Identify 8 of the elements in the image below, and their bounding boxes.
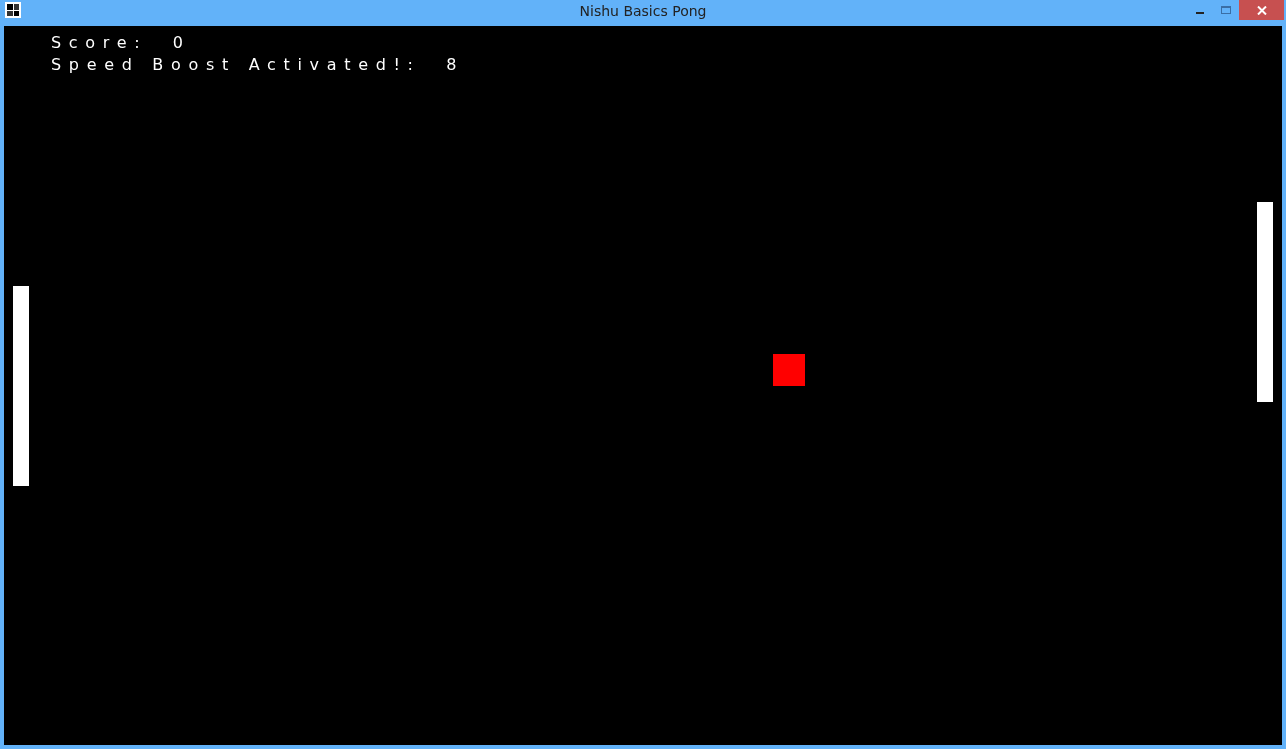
app-icon: [5, 2, 21, 18]
hud-text: Score: 0: [51, 32, 192, 54]
window-title: Nishu Basics Pong: [579, 3, 707, 20]
close-button[interactable]: [1239, 0, 1284, 20]
maximize-icon: [1221, 6, 1231, 14]
close-icon: [1256, 5, 1267, 15]
minimize-icon: [1196, 12, 1204, 14]
hud-text: Speed Boost Activated!: 8: [51, 54, 465, 76]
